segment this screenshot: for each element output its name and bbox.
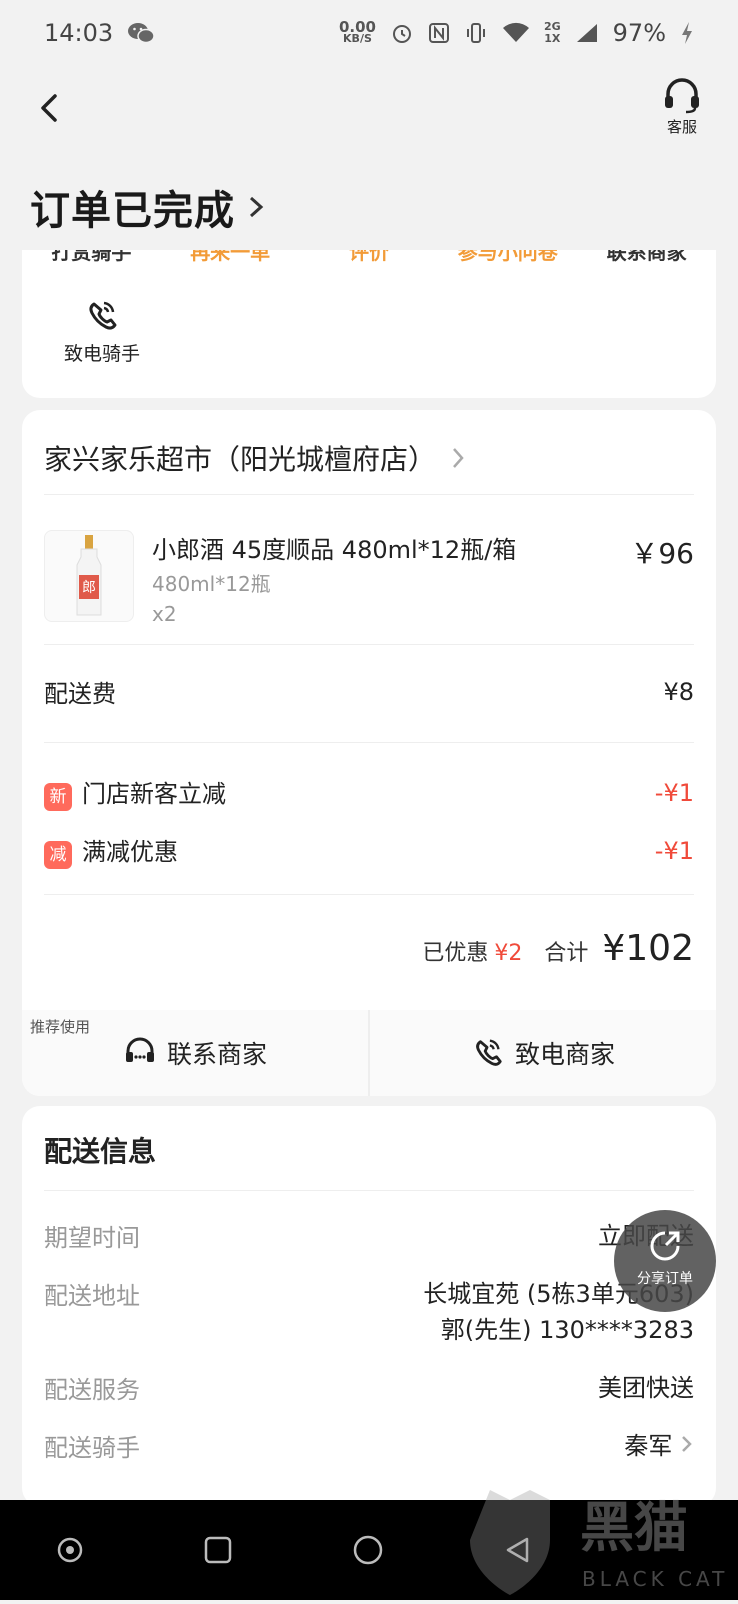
shop-link[interactable]: 家兴家乐超市（阳光城檀府店）	[44, 438, 466, 478]
action-reorder[interactable]: 再来一单	[161, 250, 300, 265]
divider	[44, 1190, 694, 1191]
home-button[interactable]	[346, 1528, 390, 1572]
call-merchant-button[interactable]: 致电商家	[368, 1010, 716, 1096]
total-value: ¥102	[602, 928, 694, 969]
order-actions-card: 打赏骑手 再来一单 评价 参与小问卷 联系商家 致电骑手	[22, 250, 716, 398]
vibrate-icon	[464, 21, 488, 45]
product-item[interactable]: 郎 小郎酒 45度顺品 480ml*12瓶/箱 480ml*12瓶 x2 ￥96	[44, 530, 694, 630]
shop-name: 家兴家乐超市（阳光城檀府店）	[44, 443, 437, 476]
headset-chat-icon	[125, 1037, 154, 1062]
product-spec: 480ml*12瓶	[152, 572, 271, 596]
status-bar: 14:03 0.00 KB/S 2G 1X 97%	[0, 0, 738, 66]
info-key: 配送地址	[44, 1282, 140, 1310]
watermark-text: 黑猫	[580, 1496, 688, 1559]
square-icon	[204, 1536, 232, 1564]
recents-button[interactable]	[196, 1528, 240, 1572]
discount-row: 新门店新客立减 -¥1	[44, 774, 694, 811]
info-value: 美团快送	[598, 1374, 694, 1402]
discount-value: -¥1	[654, 778, 694, 807]
network-speed: 0.00 KB/S	[338, 18, 376, 45]
contact-line: 郭(先生) 130****3283	[440, 1316, 694, 1344]
saved-label: 已优惠	[422, 941, 489, 966]
info-row-service: 配送服务 美团快送	[44, 1370, 694, 1406]
charging-icon	[680, 21, 694, 45]
contact-merchant-label: 联系商家	[166, 1040, 267, 1069]
saved-value: ¥2	[494, 941, 523, 966]
section-title: 配送信息	[44, 1135, 157, 1168]
order-detail-card: 家兴家乐超市（阳光城檀府店） 郎 小郎酒 45度顺品 480ml*12瓶/箱 4…	[22, 410, 716, 1096]
product-label-glyph: 郎	[82, 580, 96, 596]
top-bar: 客服	[0, 70, 738, 150]
discount-value: -¥1	[654, 836, 694, 865]
back-arrow-icon	[41, 94, 57, 122]
info-value: 秦军	[624, 1428, 694, 1464]
product-price: ￥96	[630, 537, 694, 570]
watermark-subtext: BLACK CAT	[582, 1567, 728, 1591]
assistant-button[interactable]	[48, 1528, 92, 1572]
rider-name: 秦军	[624, 1432, 673, 1460]
product-name: 小郎酒 45度顺品 480ml*12瓶/箱	[152, 536, 517, 564]
action-row-cut: 打赏骑手 再来一单 评价 参与小问卷 联系商家	[22, 250, 716, 265]
battery-level: 97%	[612, 19, 666, 47]
network-type: 2G 1X	[543, 20, 561, 45]
wechat-icon	[127, 22, 155, 44]
info-key: 配送服务	[44, 1376, 140, 1404]
info-row-address: 配送地址 长城宜苑 (5栋3单元603) 郭(先生) 130****3283	[44, 1276, 694, 1348]
share-order-button[interactable]: 分享订单	[614, 1210, 716, 1312]
circle-icon	[353, 1535, 383, 1565]
black-cat-watermark: 黑猫 BLACK CAT	[470, 1480, 738, 1600]
customer-service-button[interactable]: 客服	[654, 78, 710, 137]
divider	[44, 742, 694, 743]
merchant-contact-bar: 推荐使用 联系商家 致电商家	[22, 1010, 716, 1096]
headset-icon	[665, 78, 699, 114]
alarm-icon	[390, 21, 414, 45]
full-reduction-tag: 减	[44, 841, 72, 869]
action-tip-rider[interactable]: 打赏骑手	[22, 250, 161, 265]
product-quantity: x2	[152, 602, 177, 626]
divider	[44, 494, 694, 495]
nfc-icon	[428, 22, 450, 44]
page-title: 订单已完成	[30, 188, 235, 234]
back-button[interactable]	[30, 88, 70, 128]
discount-label: 门店新客立减	[82, 780, 226, 808]
chevron-right-icon	[453, 448, 464, 468]
divider	[44, 644, 694, 645]
divider	[44, 894, 694, 895]
contact-merchant-button[interactable]: 推荐使用 联系商家	[22, 1010, 368, 1096]
chevron-right-icon	[682, 1436, 692, 1452]
info-row-expected-time: 期望时间 立即配送	[44, 1218, 694, 1254]
order-status-title-row[interactable]: 订单已完成	[30, 178, 267, 236]
action-survey[interactable]: 参与小问卷	[438, 250, 577, 265]
chevron-right-icon	[249, 196, 264, 218]
phone-call-icon	[89, 301, 117, 330]
delivery-fee-value: ¥8	[663, 677, 694, 706]
call-merchant-label: 致电商家	[514, 1040, 615, 1069]
delivery-fee-label: 配送费	[44, 680, 116, 708]
recommend-label: 推荐使用	[30, 1018, 91, 1036]
total-label: 合计	[544, 941, 589, 966]
dot-circle-icon	[57, 1537, 83, 1563]
phone-call-icon	[476, 1039, 502, 1066]
info-row-rider[interactable]: 配送骑手 秦军	[44, 1428, 694, 1464]
call-rider-button[interactable]: 致电骑手	[52, 298, 152, 366]
delivery-fee-row: 配送费 ¥8	[44, 674, 694, 709]
action-contact-merchant[interactable]: 联系商家	[577, 250, 716, 265]
delivery-info-card: 配送信息 期望时间 立即配送 配送地址 长城宜苑 (5栋3单元603) 郭(先生…	[22, 1106, 716, 1506]
call-rider-label: 致电骑手	[63, 343, 140, 365]
share-label: 分享订单	[637, 1271, 693, 1287]
signal-icon	[575, 22, 599, 44]
action-review[interactable]: 评价	[300, 250, 439, 265]
discount-label: 满减优惠	[82, 838, 178, 866]
order-total: 已优惠 ¥2 合计 ¥102	[422, 928, 694, 969]
share-icon	[650, 1231, 680, 1261]
discount-row: 减满减优惠 -¥1	[44, 832, 694, 869]
new-customer-tag: 新	[44, 783, 72, 811]
customer-service-label: 客服	[666, 118, 697, 136]
info-key: 配送骑手	[44, 1434, 140, 1462]
wifi-icon	[502, 22, 530, 44]
product-image: 郎	[44, 530, 134, 622]
status-time: 14:03	[44, 19, 114, 47]
info-key: 期望时间	[44, 1224, 140, 1252]
